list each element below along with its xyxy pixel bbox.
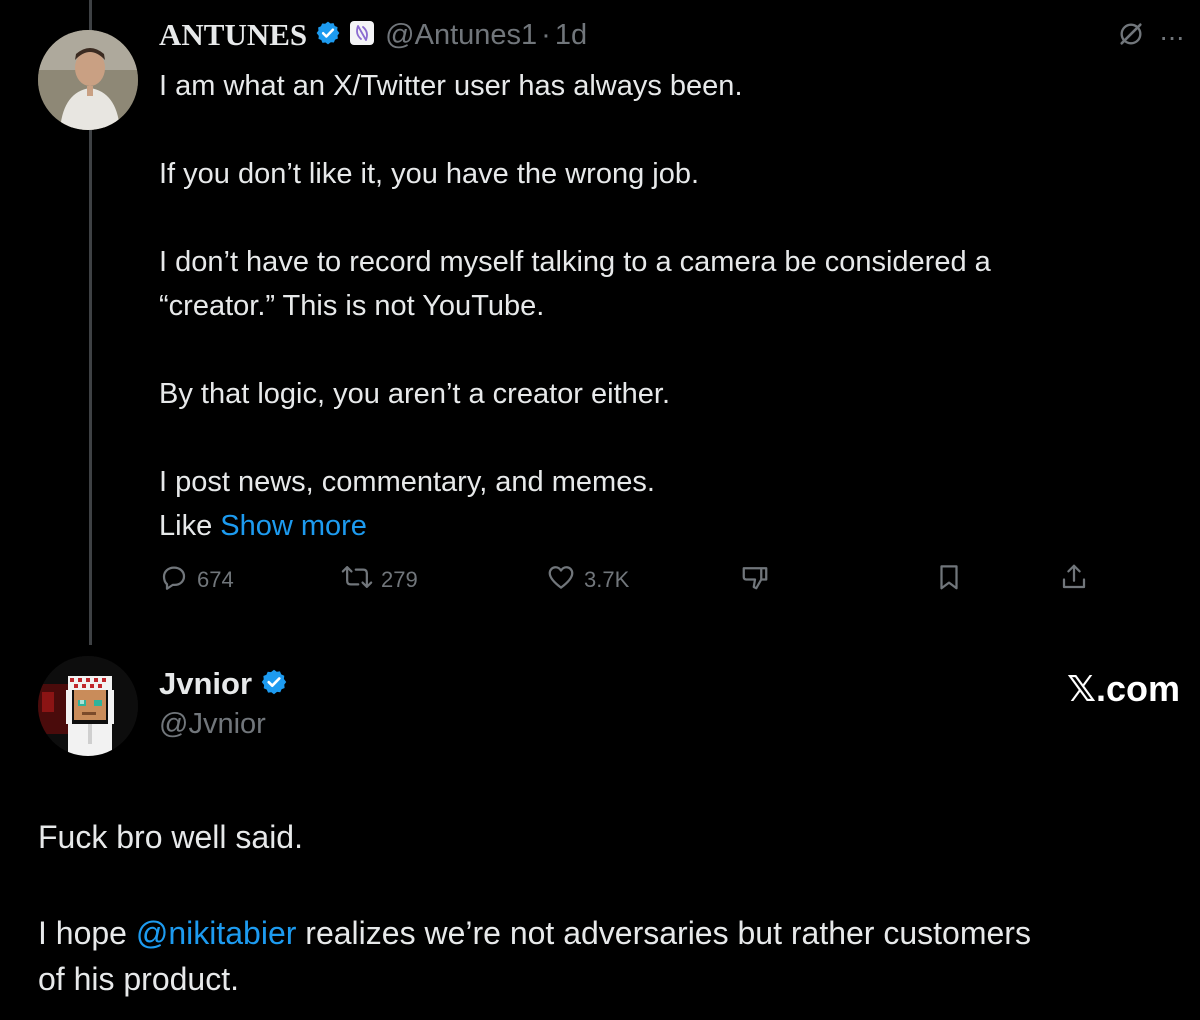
author-avatar[interactable]	[38, 656, 138, 756]
dislike-icon	[740, 562, 770, 598]
tweet-text: I am what an X/Twitter user has always b…	[159, 64, 1149, 548]
tweet-line: I don’t have to record myself talking to…	[159, 246, 991, 278]
more-icon[interactable]: ···	[1159, 21, 1185, 53]
like-icon	[546, 562, 576, 598]
x-watermark: 𝕏.com	[1066, 668, 1180, 709]
verified-badge-icon	[260, 668, 288, 701]
like-count: 3.7K	[584, 567, 630, 592]
tweet-line: I am what an X/Twitter user has always b…	[159, 70, 743, 102]
tweet-actions: 674 279 3.7K	[159, 560, 1159, 600]
avatar-pixel-art	[38, 656, 138, 756]
bookmark-button[interactable]	[934, 560, 964, 600]
share-icon	[1059, 562, 1089, 598]
verified-badge-icon	[315, 20, 341, 51]
author-name[interactable]: ANTUNES	[159, 17, 307, 53]
reply-icon	[159, 562, 189, 598]
tweet-line: I hope @nikitabier realizes we’re not ad…	[38, 910, 1178, 956]
tweet-line: I post news, commentary, and memes.	[159, 466, 655, 498]
tweet-line: By that logic, you aren’t a creator eith…	[159, 378, 670, 410]
tweet-line: “creator.” This is not YouTube.	[159, 290, 545, 322]
repost-icon	[341, 562, 373, 598]
show-more-link[interactable]: Show more	[220, 510, 367, 542]
like-button[interactable]: 3.7K	[546, 560, 629, 600]
text-suffix: realizes we’re not adversaries but rathe…	[305, 915, 1031, 951]
author-handle[interactable]: @Antunes1	[385, 19, 537, 52]
grok-icon[interactable]	[1117, 20, 1145, 53]
author-handle[interactable]: @Jvnior	[159, 708, 288, 741]
tweet2-header: Jvnior @Jvnior	[159, 666, 288, 741]
mention-link[interactable]: @nikitabier	[136, 915, 297, 951]
share-button[interactable]	[1059, 560, 1089, 600]
like-word: Like	[159, 510, 213, 542]
reply-button[interactable]: 674	[159, 560, 234, 600]
tweet2-text: Fuck bro well said. I hope @nikitabier r…	[38, 814, 1178, 1002]
repost-button[interactable]: 279	[341, 560, 418, 600]
separator-dot: ·	[541, 18, 551, 51]
tweet-line: If you don’t like it, you have the wrong…	[159, 158, 700, 190]
bookmark-icon	[934, 562, 964, 598]
tweet-time[interactable]: 1d	[555, 19, 587, 52]
tweet-line-last: Like Show more	[159, 504, 1149, 548]
avatar-photo	[38, 30, 138, 130]
tweet-header: ANTUNES @Antunes1 · 1d	[159, 14, 587, 56]
name-row: Jvnior	[159, 666, 288, 702]
text-prefix: I hope	[38, 915, 127, 951]
author-avatar[interactable]	[38, 30, 138, 130]
repost-count: 279	[381, 567, 418, 592]
affiliate-badge-icon[interactable]	[349, 20, 375, 51]
author-name[interactable]: Jvnior	[159, 666, 252, 702]
tweet-line: Fuck bro well said.	[38, 819, 303, 855]
dislike-button[interactable]	[740, 560, 770, 600]
tweet-line: of his product.	[38, 961, 239, 997]
tweet-top-actions: ···	[1117, 20, 1185, 53]
reply-count: 674	[197, 567, 234, 592]
